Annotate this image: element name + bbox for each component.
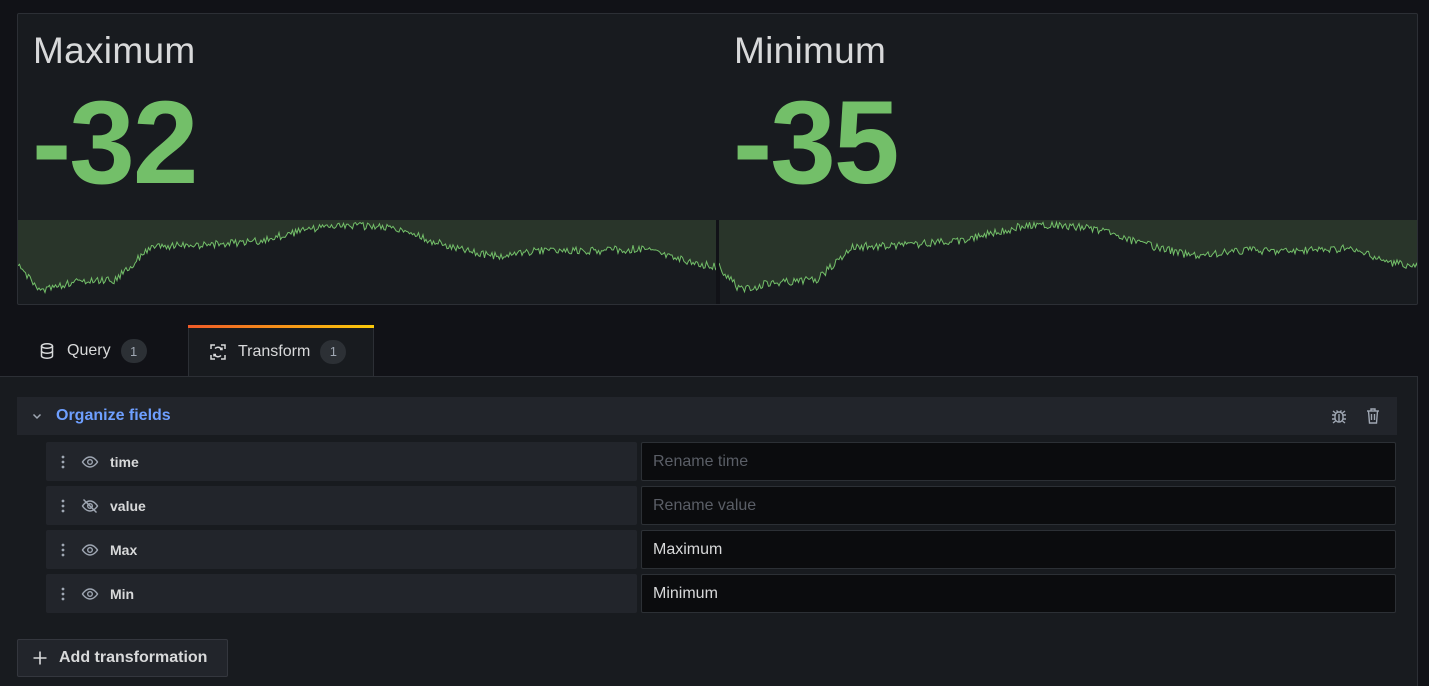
drag-handle-icon[interactable]: [60, 542, 66, 558]
tab-count-badge: 1: [120, 339, 147, 363]
tab-transform[interactable]: Transform 1: [188, 325, 374, 377]
sparkline-area: [719, 220, 1417, 292]
eye-icon[interactable]: [81, 541, 99, 559]
tab-count-badge: 1: [320, 339, 347, 364]
field-name: Min: [110, 585, 135, 602]
field-row-value: value: [46, 486, 1397, 526]
database-icon: [38, 342, 56, 360]
add-transformation-button[interactable]: Add transformation: [17, 639, 228, 677]
sparkline: [18, 220, 717, 295]
transformation-title: Organize fields: [56, 407, 171, 424]
field-name: value: [110, 497, 146, 514]
rename-min-input[interactable]: [641, 574, 1396, 613]
drag-handle-icon[interactable]: [60, 498, 66, 514]
trash-icon[interactable]: [1363, 406, 1383, 426]
field-name: Max: [110, 541, 138, 558]
transform-icon: [209, 343, 227, 361]
sparkline-area: [18, 220, 717, 293]
tab-label: Query: [67, 342, 111, 359]
field-row-time: time: [46, 442, 1397, 482]
rename-max-input[interactable]: [641, 530, 1396, 569]
stat-minimum: Minimum -35: [719, 14, 1417, 304]
chevron-down-icon[interactable]: [30, 409, 44, 423]
field-name-cell: time: [46, 442, 637, 481]
field-name-cell: Max: [46, 530, 637, 569]
field-row-min: Min: [46, 574, 1397, 614]
stat-panel: Maximum -32 Minimum -35: [17, 13, 1418, 305]
stat-value: -35: [733, 77, 900, 209]
drag-handle-icon[interactable]: [60, 586, 66, 602]
stat-title: Minimum: [734, 30, 887, 71]
field-name-cell: value: [46, 486, 637, 525]
tab-label: Transform: [238, 342, 311, 360]
rename-value-input[interactable]: [641, 486, 1396, 525]
eye-icon[interactable]: [81, 453, 99, 471]
eye-icon[interactable]: [81, 585, 99, 603]
stat-value: -32: [32, 77, 199, 209]
transform-editor: Organize fields time value M: [0, 376, 1418, 686]
plus-icon: [32, 650, 48, 666]
tab-query[interactable]: Query 1: [20, 325, 165, 377]
field-row-max: Max: [46, 530, 1397, 570]
rename-time-input[interactable]: [641, 442, 1396, 481]
header-actions: [1329, 397, 1383, 435]
add-transformation-label: Add transformation: [59, 649, 208, 666]
drag-handle-icon[interactable]: [60, 454, 66, 470]
stat-title: Maximum: [33, 30, 196, 71]
sparkline: [719, 220, 1417, 294]
eye-slash-icon[interactable]: [81, 497, 99, 515]
transformation-header[interactable]: Organize fields: [17, 397, 1397, 435]
field-name-cell: Min: [46, 574, 637, 613]
bug-icon[interactable]: [1329, 406, 1349, 426]
stat-maximum: Maximum -32: [18, 14, 717, 304]
field-name: time: [110, 453, 139, 470]
editor-tabs: Query 1 Transform 1: [0, 325, 1429, 377]
